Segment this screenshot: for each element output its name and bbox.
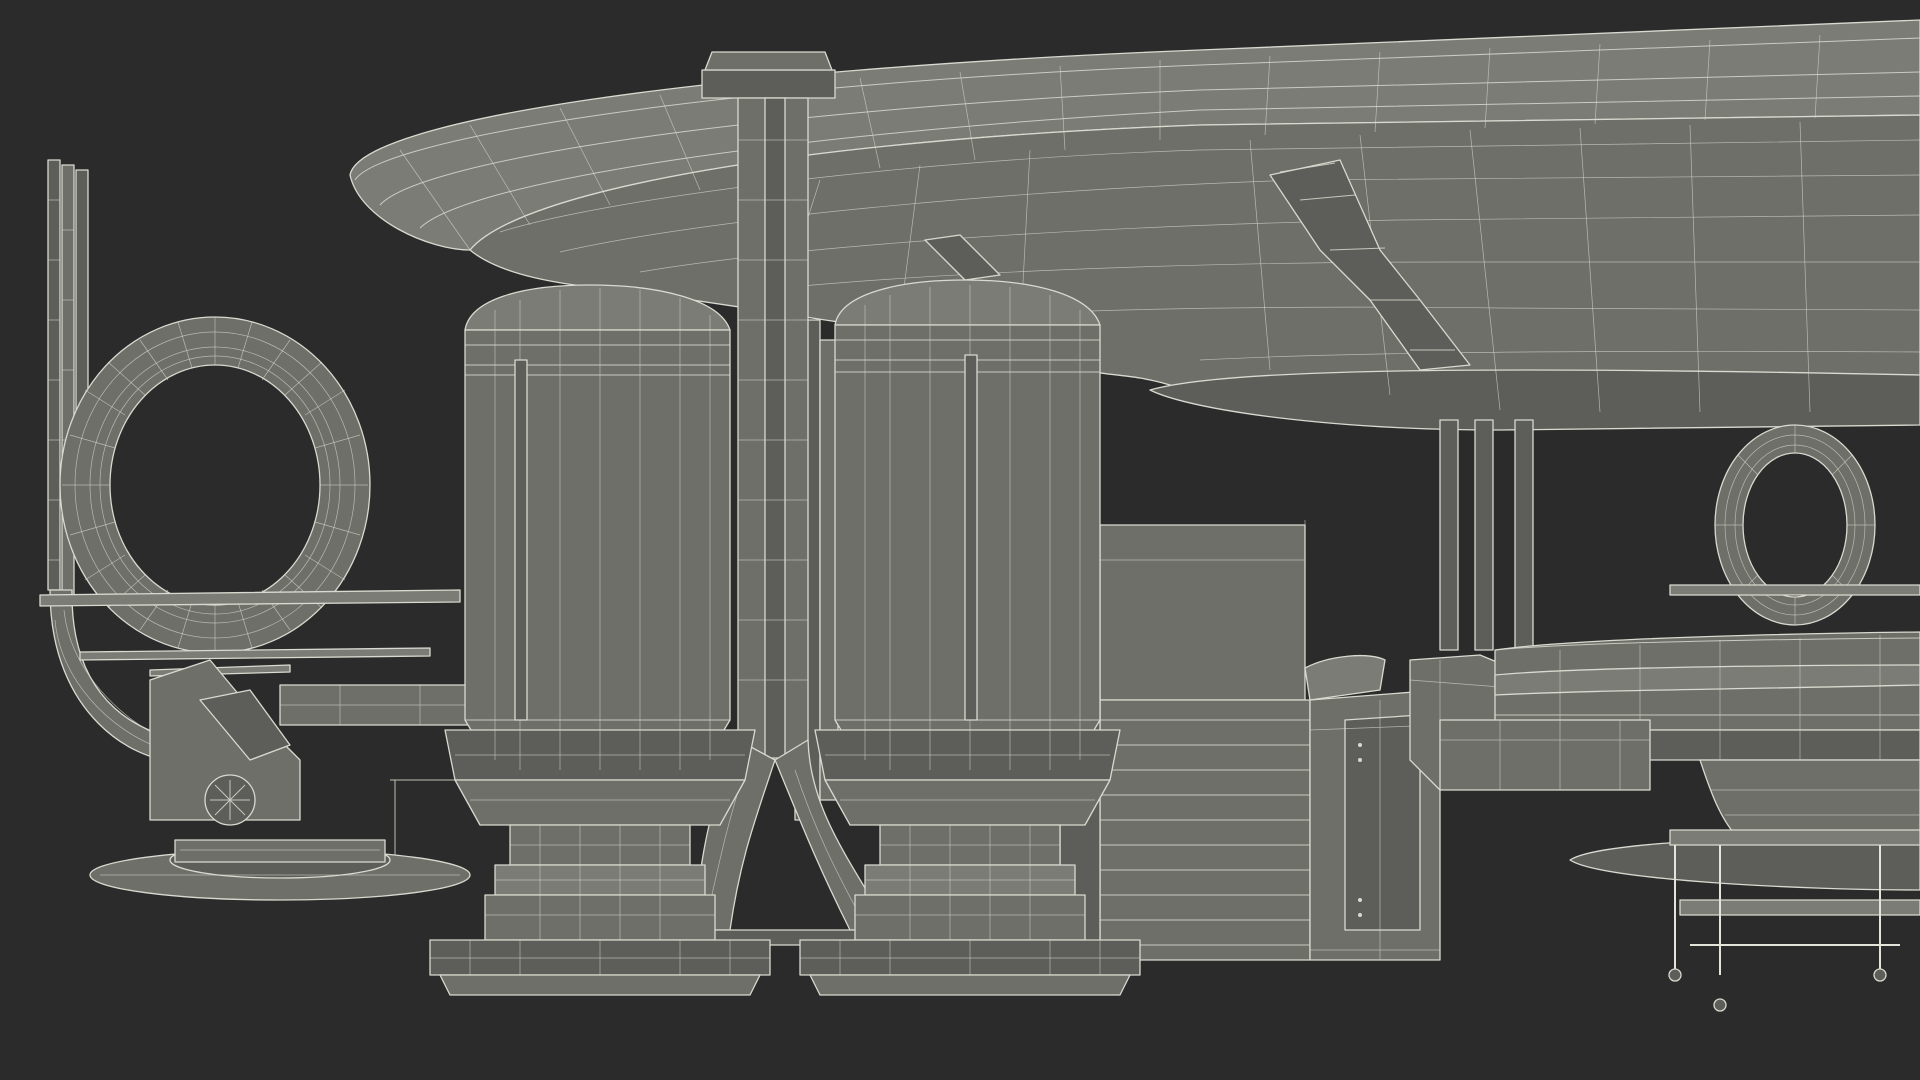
right-portal-ring (1439, 419, 1920, 651)
scene-render (39, 19, 1920, 1012)
back-wall-panel (1099, 520, 1306, 701)
round-platform (1439, 631, 1920, 891)
viewport (0, 0, 1920, 1080)
